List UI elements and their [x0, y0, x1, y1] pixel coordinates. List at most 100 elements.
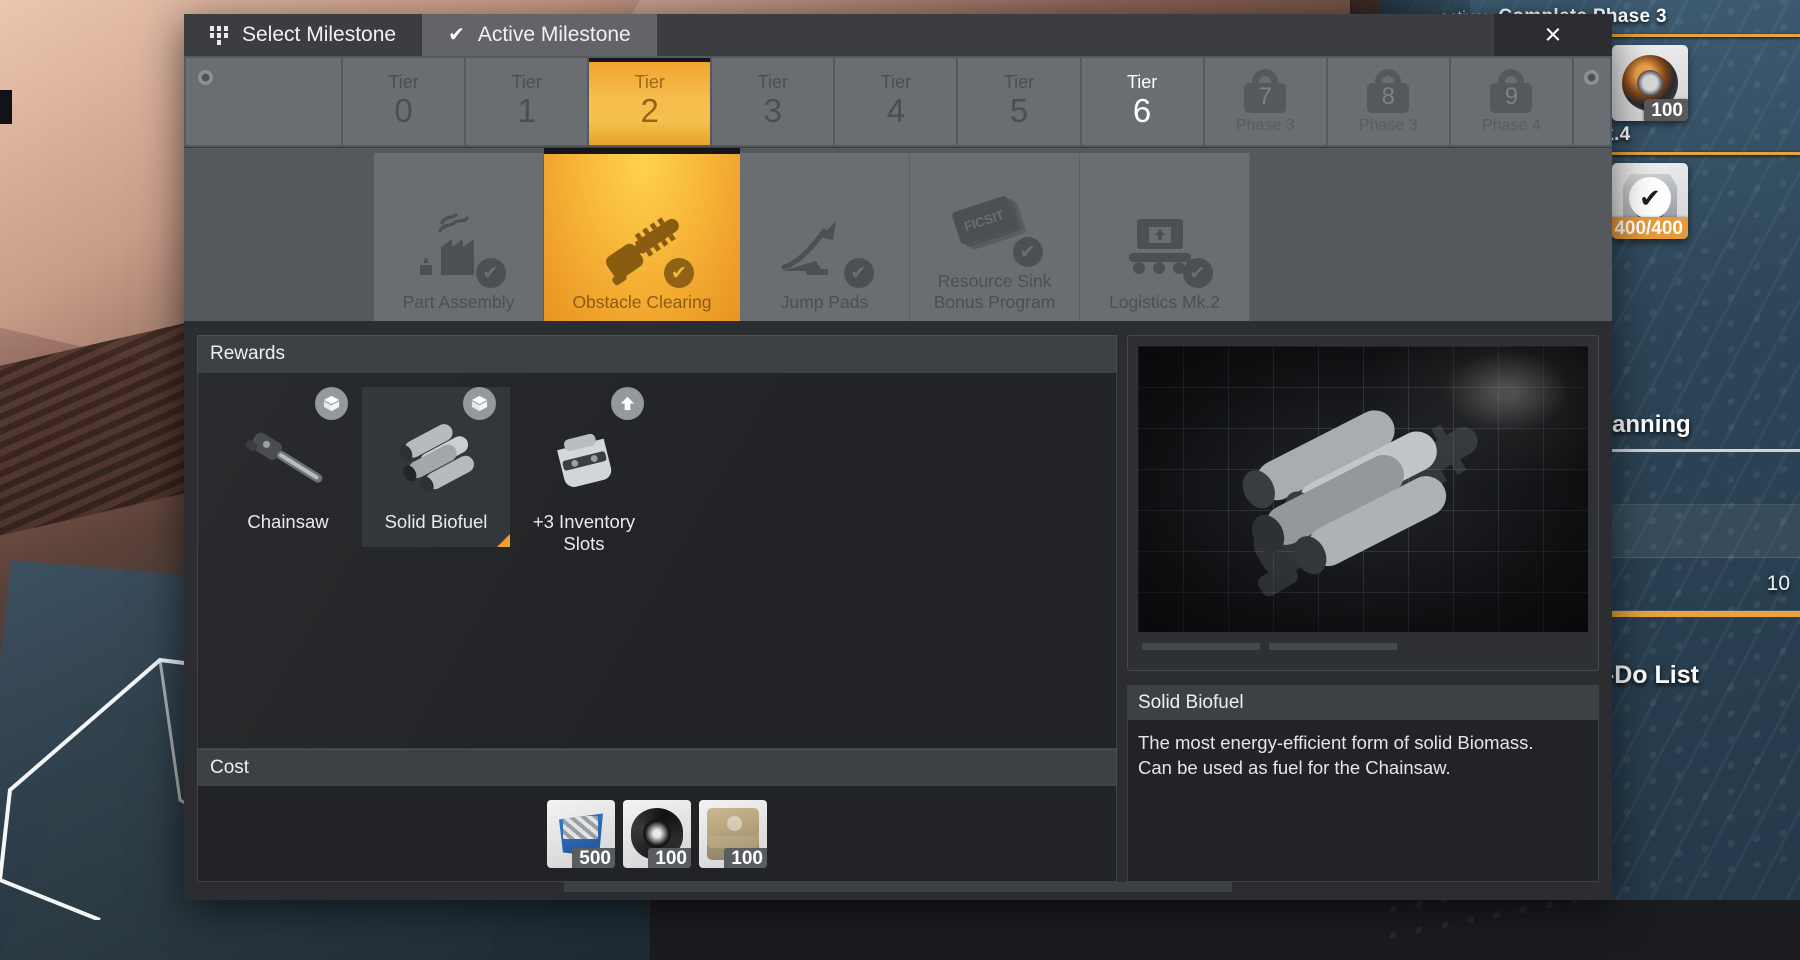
factory-icon: ✔: [416, 200, 502, 292]
hud-item[interactable]: ✔ 400/400: [1612, 163, 1688, 239]
dialog-body: Rewards: [184, 321, 1612, 882]
rewards-header: Rewards: [197, 335, 1117, 372]
tier-button-3[interactable]: Tier 3: [712, 58, 833, 145]
coupon-icon: FICSIT ✔: [951, 179, 1039, 271]
chainsaw-icon: ✔: [594, 200, 690, 292]
tier-number: 9: [1505, 83, 1518, 111]
arrow-up-icon: [611, 387, 644, 420]
cost-item-screws[interactable]: 500: [547, 800, 615, 868]
milestone-resource-sink-bonus[interactable]: FICSIT ✔ Resource Sink Bonus Program: [910, 153, 1080, 321]
tier-word: Tier: [511, 73, 541, 92]
milestone-label: Logistics Mk.2: [1087, 292, 1242, 313]
lock-icon: 8: [1361, 69, 1415, 121]
chainsaw-art: [242, 413, 334, 505]
reward-name: Solid Biofuel: [385, 511, 488, 533]
milestone-label: Obstacle Clearing: [552, 292, 732, 313]
close-icon[interactable]: ×: [1545, 21, 1562, 50]
item-description: The most energy-efficient form of solid …: [1128, 720, 1598, 792]
tier-word: Tier: [635, 73, 665, 92]
milestone-jump-pads[interactable]: ✔ Jump Pads: [740, 153, 910, 321]
box-icon: [463, 387, 496, 420]
tier-number: 1: [517, 92, 535, 130]
preview-controls: [1138, 632, 1588, 650]
completed-check-icon: ✔: [1013, 237, 1043, 267]
milestone-label: Part Assembly: [381, 292, 536, 313]
tier-scroll-handle[interactable]: [186, 58, 341, 145]
scroll-dot-icon: [198, 70, 213, 85]
cost-list: 500 100 100: [197, 786, 1117, 882]
tier-button-8-locked: 8 Phase 3: [1328, 58, 1449, 145]
dialog-footer: [184, 882, 1612, 900]
wall-marker: [0, 90, 12, 124]
hud-item-amount: 400/400: [1612, 217, 1688, 239]
dialog-tabbar: Select Milestone ✔ Active Milestone ×: [184, 14, 1612, 56]
tier-number: 7: [1259, 83, 1272, 111]
tier-button-9-locked: 9 Phase 4: [1451, 58, 1572, 145]
milestone-row: ✔ Part Assembly: [184, 148, 1612, 321]
tab-label: Active Milestone: [478, 23, 631, 47]
conveyor-icon: ✔: [1121, 200, 1209, 292]
tier-button-7-locked: 7 Phase 3: [1205, 58, 1326, 145]
tier-button-0[interactable]: Tier 0: [343, 58, 464, 145]
detail-column: Solid Biofuel The most energy-efficient …: [1127, 335, 1599, 882]
tier-word: Tier: [1004, 73, 1034, 92]
reward-name: Chainsaw: [247, 511, 328, 533]
dialog-bottom-strip: [564, 882, 1232, 892]
tier-word: Tier: [1127, 73, 1157, 92]
milestone-obstacle-clearing[interactable]: ✔ Obstacle Clearing: [544, 148, 740, 321]
todo-row-value: 10: [1767, 572, 1790, 596]
tier-number: 6: [1133, 92, 1151, 130]
tier-word: Tier: [758, 73, 788, 92]
tier-selector: Tier 0 Tier 1 Tier 2 Tier 3 Tier 4 Tier …: [184, 56, 1612, 148]
item-title: Solid Biofuel: [1128, 686, 1598, 720]
hud-item[interactable]: 100: [1612, 45, 1688, 121]
completed-check-icon: ✔: [476, 258, 506, 288]
tier-button-6[interactable]: Tier 6: [1082, 58, 1203, 145]
completed-check-icon: ✔: [664, 258, 694, 288]
tier-number: 3: [764, 92, 782, 130]
hud-item-amount: 100: [1644, 99, 1688, 121]
rewards-column: Rewards: [197, 335, 1117, 882]
milestone-row-pad-right: [1250, 148, 1612, 321]
reward-solid-biofuel[interactable]: Solid Biofuel: [362, 387, 510, 547]
jump-pad-icon: ✔: [780, 200, 870, 292]
milestone-logistics-mk2[interactable]: ✔ Logistics Mk.2: [1080, 153, 1250, 321]
tab-select-milestone[interactable]: Select Milestone: [184, 14, 422, 56]
preview-bar-left: [1142, 643, 1260, 650]
preview-bar-right: [1269, 643, 1397, 650]
tier-number: 5: [1010, 92, 1028, 130]
box-icon: [315, 387, 348, 420]
tier-number: 0: [394, 92, 412, 130]
milestone-dialog: Select Milestone ✔ Active Milestone × Ti…: [184, 14, 1612, 900]
tier-number: 4: [887, 92, 905, 130]
scroll-dot-icon: [1584, 70, 1599, 85]
reward-name: +3 Inventory Slots: [516, 511, 652, 555]
tier-button-5[interactable]: Tier 5: [958, 58, 1079, 145]
tier-word: Tier: [881, 73, 911, 92]
reward-chainsaw[interactable]: Chainsaw: [214, 387, 362, 547]
lock-icon: 9: [1484, 69, 1538, 121]
cost-header: Cost: [197, 749, 1117, 786]
tabbar-end: ×: [1494, 14, 1612, 56]
tab-label: Select Milestone: [242, 23, 396, 47]
milestone-part-assembly[interactable]: ✔ Part Assembly: [374, 153, 544, 321]
tab-active-milestone[interactable]: ✔ Active Milestone: [422, 14, 657, 56]
completed-check-icon: ✔: [1183, 258, 1213, 288]
lock-icon: 7: [1238, 69, 1292, 121]
completed-check-icon: ✔: [844, 258, 874, 288]
tier-number: 8: [1382, 83, 1395, 111]
cost-amount: 100: [648, 848, 691, 868]
cost-amount: 100: [724, 848, 767, 868]
cost-item-fabric[interactable]: 100: [699, 800, 767, 868]
tier-button-1[interactable]: Tier 1: [466, 58, 587, 145]
cost-item-cable[interactable]: 100: [623, 800, 691, 868]
tier-word: Tier: [388, 73, 418, 92]
tier-button-2[interactable]: Tier 2: [589, 58, 710, 145]
check-icon: ✔: [448, 25, 465, 45]
reward-inventory-slots[interactable]: +3 Inventory Slots: [510, 387, 658, 569]
milestone-label: Resource Sink Bonus Program: [917, 271, 1072, 313]
item-description-panel: Solid Biofuel The most energy-efficient …: [1127, 685, 1599, 882]
item-preview-panel[interactable]: [1127, 335, 1599, 671]
tier-button-4[interactable]: Tier 4: [835, 58, 956, 145]
tier-scroll-handle-right[interactable]: [1574, 58, 1610, 145]
